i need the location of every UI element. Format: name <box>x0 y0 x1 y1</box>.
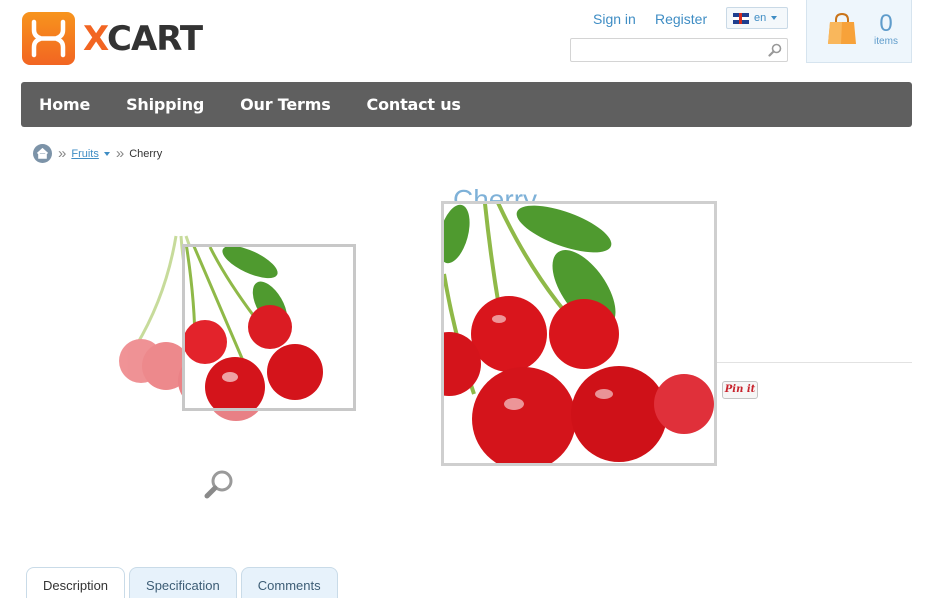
search-input[interactable] <box>571 39 761 61</box>
breadcrumb: » Fruits » Cherry <box>33 144 162 163</box>
breadcrumb-separator: » <box>115 145 125 162</box>
home-icon[interactable] <box>33 144 52 163</box>
tab-description[interactable]: Description <box>26 567 126 598</box>
breadcrumb-fruits[interactable]: Fruits <box>71 148 99 160</box>
magnifier-icon[interactable] <box>203 469 235 501</box>
nav-shipping[interactable]: Shipping <box>126 95 204 114</box>
chevron-down-icon <box>771 16 778 20</box>
nav-our-terms[interactable]: Our Terms <box>240 95 331 114</box>
register-link[interactable]: Register <box>655 11 707 27</box>
chevron-down-icon[interactable] <box>103 151 110 156</box>
nav-home[interactable]: Home <box>39 95 90 114</box>
logo-icon <box>22 12 75 65</box>
breadcrumb-separator: » <box>58 145 67 162</box>
shopping-bag-icon <box>828 12 856 44</box>
breadcrumb-current: Cherry <box>129 147 163 160</box>
nav-contact-us[interactable]: Contact us <box>367 95 461 114</box>
product-tabs: Description Specification Comments <box>26 567 342 598</box>
site-logo[interactable]: XCART <box>22 12 203 65</box>
logo-wordmark: XCART <box>83 18 203 59</box>
main-navigation: Home Shipping Our Terms Contact us <box>21 82 912 127</box>
zoom-lens[interactable] <box>182 244 356 411</box>
sign-in-link[interactable]: Sign in <box>593 11 636 27</box>
language-selector[interactable]: en <box>726 7 788 29</box>
cart-count: 0 <box>879 10 893 37</box>
uk-flag-icon <box>733 12 749 24</box>
logo-cart: CART <box>107 18 203 59</box>
divider <box>716 362 912 363</box>
pinit-button[interactable]: Pin it <box>722 381 758 399</box>
tab-specification[interactable]: Specification <box>129 567 237 598</box>
tab-comments[interactable]: Comments <box>240 567 338 598</box>
language-code: en <box>754 12 767 24</box>
logo-x: X <box>83 18 108 59</box>
minicart[interactable]: 0 items <box>806 0 912 63</box>
cart-items-label: items <box>874 36 898 47</box>
search-icon[interactable] <box>768 43 782 57</box>
search-box <box>570 38 788 62</box>
zoom-preview <box>441 201 717 466</box>
